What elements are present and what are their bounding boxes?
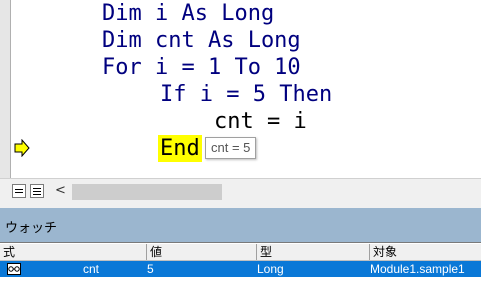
column-header-type[interactable]: 型 bbox=[257, 244, 370, 260]
editor-bottom-bar: < bbox=[0, 178, 481, 205]
column-header-value[interactable]: 値 bbox=[147, 244, 257, 260]
code-line[interactable]: If i = 5 Then bbox=[160, 81, 332, 108]
watch-context: Module1.sample1 bbox=[370, 262, 465, 276]
procedure-view-button[interactable] bbox=[12, 184, 26, 198]
scroll-left-icon[interactable]: < bbox=[55, 183, 66, 199]
watch-type: Long bbox=[257, 262, 284, 276]
current-execution-line[interactable]: End bbox=[158, 135, 202, 162]
watch-value: 5 bbox=[147, 262, 154, 276]
code-editor[interactable]: Dim i As Long Dim cnt As Long For i = 1 … bbox=[0, 0, 481, 178]
watch-glasses-icon bbox=[7, 263, 21, 275]
data-tip: cnt = 5 bbox=[205, 137, 257, 159]
watch-header: 式 値 型 対象 bbox=[0, 244, 481, 261]
execution-arrow-icon bbox=[14, 139, 30, 157]
watch-window-titlebar[interactable]: ウォッチ bbox=[0, 208, 481, 242]
code-line[interactable]: Dim i As Long bbox=[102, 0, 274, 27]
watch-window[interactable]: 式 値 型 対象 cnt 5 Long Module1.sample1 bbox=[0, 242, 481, 288]
watch-expression: cnt bbox=[83, 262, 100, 276]
column-header-context[interactable]: 対象 bbox=[370, 244, 481, 260]
full-module-view-button[interactable] bbox=[30, 184, 44, 198]
watch-window-title: ウォッチ bbox=[5, 221, 58, 236]
column-header-expression[interactable]: 式 bbox=[0, 244, 147, 260]
code-line[interactable]: Dim cnt As Long bbox=[102, 27, 301, 54]
horizontal-scrollbar-thumb[interactable] bbox=[72, 184, 222, 200]
code-line[interactable]: For i = 1 To 10 bbox=[102, 54, 301, 81]
watch-row[interactable]: cnt 5 Long Module1.sample1 bbox=[0, 261, 481, 277]
code-line[interactable]: cnt = i bbox=[214, 108, 307, 135]
